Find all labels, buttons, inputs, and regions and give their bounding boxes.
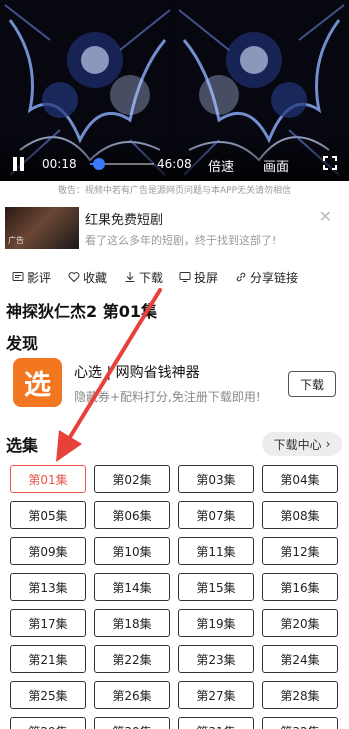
review-button[interactable]: 影评 [12, 268, 51, 286]
episode-grid: 第01集 第02集 第03集 第04集第05集 第06集 第07集 第08集第09集 第10集… [10, 465, 340, 729]
episode-button[interactable]: 第26集 [94, 681, 170, 709]
episode-button[interactable]: 第29集 [10, 717, 86, 729]
episode-button[interactable]: 第05集 [10, 501, 86, 529]
episode-button[interactable]: 第15集 [178, 573, 254, 601]
episode-button[interactable]: 第23集 [178, 645, 254, 673]
episode-button[interactable]: 第28集 [262, 681, 338, 709]
episode-button[interactable]: 第19集 [178, 609, 254, 637]
action-bar: 影评 收藏 下载 投屏 分享链接 [0, 268, 349, 286]
heart-icon [68, 272, 80, 283]
app-name[interactable]: 心选 | 网购省钱神器 [74, 362, 200, 382]
comment-icon [12, 272, 24, 281]
episode-button[interactable]: 第04集 [262, 465, 338, 493]
player-controls: 00:18 46:08 倍速 画面 [0, 141, 349, 181]
review-label: 影评 [27, 270, 52, 285]
download-button[interactable]: 下载 [124, 268, 163, 286]
episode-button[interactable]: 第18集 [94, 609, 170, 637]
progress-bar[interactable] [90, 158, 154, 170]
episode-button-active[interactable]: 第01集 [10, 465, 86, 493]
ad-banner[interactable]: 广告 红果免费短剧 看了这么多年的短剧，终于找到这部了! ✕ [5, 207, 344, 251]
episode-button[interactable]: 第06集 [94, 501, 170, 529]
download-icon [125, 272, 135, 282]
episode-button[interactable]: 第12集 [262, 537, 338, 565]
app-description: 隐藏券+配料打分,免注册下载即用! [74, 390, 261, 404]
total-time: 46:08 [157, 157, 192, 171]
share-link-button[interactable]: 分享链接 [235, 268, 298, 286]
episode-button[interactable]: 第32集 [262, 717, 338, 729]
chevron-right-icon: › [325, 437, 331, 451]
episode-button[interactable]: 第02集 [94, 465, 170, 493]
ad-tag: 广告 [8, 236, 24, 245]
download-label: 下载 [139, 270, 164, 285]
pause-icon[interactable] [12, 157, 26, 171]
download-center-button[interactable]: 下载中心 › [262, 432, 342, 456]
ad-title[interactable]: 红果免费短剧 [85, 209, 163, 228]
fullscreen-icon[interactable] [323, 156, 337, 170]
episode-button[interactable]: 第09集 [10, 537, 86, 565]
episode-button[interactable]: 第30集 [94, 717, 170, 729]
cast-icon [179, 272, 191, 282]
speed-button[interactable]: 倍速 [208, 156, 234, 175]
episode-button[interactable]: 第16集 [262, 573, 338, 601]
episode-button[interactable]: 第07集 [178, 501, 254, 529]
app-download-button[interactable]: 下载 [288, 371, 336, 397]
disclaimer-text: 敬告：视频中若有广告是源网页问题与本APP无关请勿相信 [57, 186, 291, 196]
progress-thumb[interactable] [92, 158, 105, 170]
close-icon[interactable]: ✕ [319, 207, 332, 226]
episode-button[interactable]: 第08集 [262, 501, 338, 529]
episode-button[interactable]: 第11集 [178, 537, 254, 565]
video-title: 神探狄仁杰2 第01集 [6, 302, 157, 321]
episode-button[interactable]: 第24集 [262, 645, 338, 673]
episode-button[interactable]: 第03集 [178, 465, 254, 493]
video-player[interactable]: 00:18 46:08 倍速 画面 [0, 0, 349, 181]
episode-button[interactable]: 第21集 [10, 645, 86, 673]
download-center-label: 下载中心 [273, 437, 322, 452]
episode-button[interactable]: 第10集 [94, 537, 170, 565]
episode-button[interactable]: 第14集 [94, 573, 170, 601]
favorite-label: 收藏 [83, 270, 108, 285]
ad-thumbnail[interactable]: 广告 [5, 207, 79, 249]
episode-button[interactable]: 第20集 [262, 609, 338, 637]
episode-button[interactable]: 第13集 [10, 573, 86, 601]
favorite-button[interactable]: 收藏 [68, 268, 107, 286]
picture-mode-button[interactable]: 画面 [263, 156, 289, 175]
episode-button[interactable]: 第31集 [178, 717, 254, 729]
cast-label: 投屏 [194, 270, 219, 285]
ad-description: 看了这么多年的短剧，终于找到这部了! [85, 234, 277, 247]
discover-heading: 发现 [6, 334, 39, 353]
current-time: 00:18 [42, 157, 77, 171]
link-icon [236, 272, 246, 282]
episode-button[interactable]: 第22集 [94, 645, 170, 673]
share-link-label: 分享链接 [250, 270, 299, 285]
episodes-heading: 选集 [6, 436, 39, 455]
app-icon[interactable]: 选 [13, 358, 62, 407]
episode-button[interactable]: 第17集 [10, 609, 86, 637]
episode-button[interactable]: 第27集 [178, 681, 254, 709]
episode-button[interactable]: 第25集 [10, 681, 86, 709]
cast-button[interactable]: 投屏 [179, 268, 218, 286]
